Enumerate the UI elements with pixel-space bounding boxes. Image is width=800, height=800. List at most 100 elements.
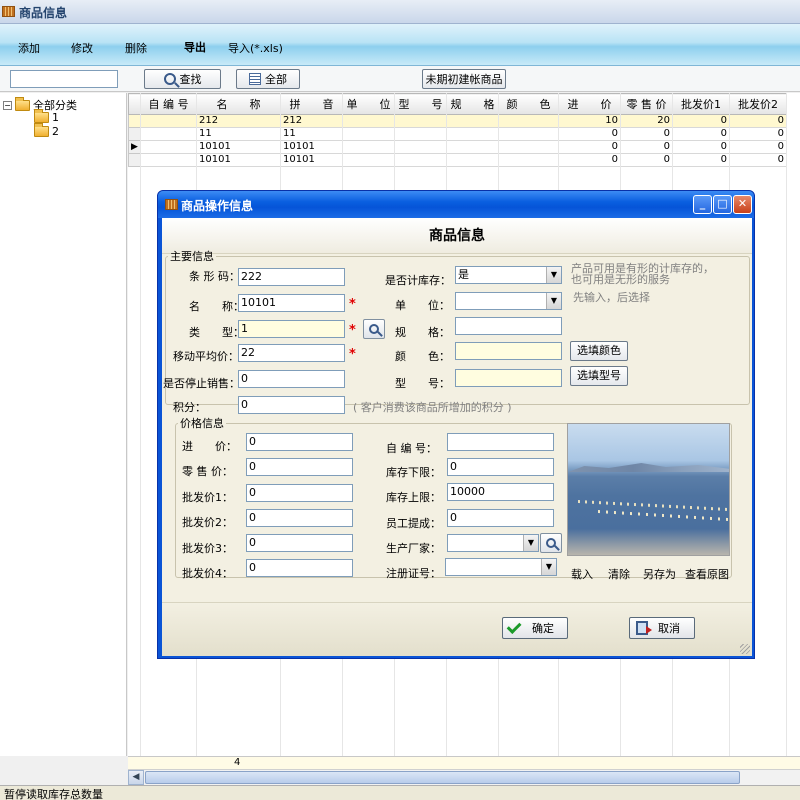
minimize-icon[interactable]: _	[693, 195, 712, 214]
cell-cost[interactable]: 0	[558, 140, 621, 154]
cell-wholesale1[interactable]: 0	[672, 153, 730, 167]
max-stock-field[interactable]: 10000	[447, 483, 554, 501]
cell-unit[interactable]	[342, 140, 395, 154]
dialog-title-bar[interactable]: 商品操作信息 _ □ ✕	[158, 191, 754, 218]
column-header[interactable]: 拼 音	[280, 93, 343, 115]
cell-model[interactable]	[394, 140, 447, 154]
table-row[interactable]: 212 212 10 20 0 0	[128, 114, 787, 128]
ok-button[interactable]: 确定	[502, 617, 568, 639]
row-header[interactable]	[128, 127, 141, 141]
dropdown-icon[interactable]: ▼	[541, 559, 556, 575]
cell-color[interactable]	[498, 153, 559, 167]
cell-spec[interactable]	[446, 127, 499, 141]
pick-model-button[interactable]: 选填型号	[570, 366, 628, 386]
stop-sale-field[interactable]: 0	[238, 370, 345, 388]
column-header[interactable]: 自 编 号	[140, 93, 197, 115]
cell-code[interactable]	[140, 153, 197, 167]
unit-select[interactable]: ▼	[455, 292, 562, 310]
model-field[interactable]	[455, 369, 562, 387]
commission-field[interactable]: 0	[447, 509, 554, 527]
cell-name[interactable]: 11	[196, 127, 281, 141]
cell-wholesale2[interactable]: 0	[729, 114, 787, 128]
cancel-button[interactable]: 取消	[629, 617, 695, 639]
wholesale2-field[interactable]: 0	[246, 509, 353, 527]
resize-grip-icon[interactable]	[740, 644, 750, 654]
find-button[interactable]: 查找	[144, 69, 221, 89]
pick-color-button[interactable]: 选填颜色	[570, 341, 628, 361]
collapse-icon[interactable]: −	[3, 100, 12, 110]
stock-select[interactable]: 是 ▼	[455, 266, 562, 284]
cell-spec[interactable]	[446, 140, 499, 154]
row-header[interactable]	[128, 114, 141, 128]
cell-color[interactable]	[498, 140, 559, 154]
spec-field[interactable]	[455, 317, 562, 335]
code-field[interactable]	[447, 433, 554, 451]
column-header[interactable]: 进 价	[558, 93, 621, 115]
cell-wholesale1[interactable]: 0	[672, 140, 730, 154]
column-header[interactable]: 批发价2	[729, 93, 787, 115]
cell-unit[interactable]	[342, 153, 395, 167]
cell-code[interactable]	[140, 140, 197, 154]
search-input[interactable]	[10, 70, 118, 88]
horizontal-scrollbar[interactable]: ◀	[128, 769, 800, 785]
cell-wholesale2[interactable]: 0	[729, 153, 787, 167]
column-header[interactable]: 名 称	[196, 93, 281, 115]
column-header[interactable]: 规 格	[446, 93, 499, 115]
cell-wholesale2[interactable]: 0	[729, 127, 787, 141]
cell-pinyin[interactable]: 10101	[280, 153, 343, 167]
close-icon[interactable]: ✕	[733, 195, 752, 214]
dropdown-icon[interactable]: ▼	[523, 535, 538, 551]
current-row-indicator[interactable]: ▶	[128, 140, 141, 154]
name-field[interactable]: 10101	[238, 294, 345, 312]
cell-pinyin[interactable]: 212	[280, 114, 343, 128]
points-field[interactable]: 0	[238, 396, 345, 414]
cell-cost[interactable]: 10	[558, 114, 621, 128]
cell-retail[interactable]: 0	[620, 127, 673, 141]
dropdown-icon[interactable]: ▼	[546, 267, 561, 283]
table-row[interactable]: 10101 10101 0 0 0 0	[128, 153, 787, 167]
cell-model[interactable]	[394, 153, 447, 167]
column-header[interactable]: 批发价1	[672, 93, 730, 115]
column-header[interactable]: 型 号	[394, 93, 447, 115]
type-lookup-button[interactable]	[363, 319, 385, 339]
cell-name[interactable]: 212	[196, 114, 281, 128]
add-button[interactable]: 添加	[18, 40, 40, 56]
unsettled-goods-button[interactable]: 未期初建帐商品	[422, 69, 506, 89]
cell-pinyin[interactable]: 10101	[280, 140, 343, 154]
cell-spec[interactable]	[446, 153, 499, 167]
reg-select[interactable]: ▼	[445, 558, 557, 576]
maker-select[interactable]: ▼	[447, 534, 539, 552]
retail-field[interactable]: 0	[246, 458, 353, 476]
edit-button[interactable]: 修改	[71, 40, 93, 56]
wholesale3-field[interactable]: 0	[246, 534, 353, 552]
tree-item-2[interactable]: 2	[34, 123, 59, 138]
cell-retail[interactable]: 0	[620, 140, 673, 154]
maker-lookup-button[interactable]	[540, 533, 562, 553]
cell-code[interactable]	[140, 127, 197, 141]
cell-wholesale2[interactable]: 0	[729, 140, 787, 154]
cell-wholesale1[interactable]: 0	[672, 114, 730, 128]
import-button[interactable]: 导入(*.xls)	[228, 40, 283, 56]
save-photo-as-link[interactable]: 另存为	[643, 566, 676, 582]
cell-name[interactable]: 10101	[196, 153, 281, 167]
cell-name[interactable]: 10101	[196, 140, 281, 154]
cell-cost[interactable]: 0	[558, 153, 621, 167]
scroll-thumb[interactable]	[145, 771, 740, 784]
cell-model[interactable]	[394, 114, 447, 128]
cell-spec[interactable]	[446, 114, 499, 128]
color-field[interactable]	[455, 342, 562, 360]
row-header[interactable]	[128, 153, 141, 167]
cell-unit[interactable]	[342, 127, 395, 141]
maximize-icon[interactable]: □	[713, 195, 732, 214]
clear-photo-link[interactable]: 清除	[608, 566, 630, 582]
cell-retail[interactable]: 0	[620, 153, 673, 167]
wholesale4-field[interactable]: 0	[246, 559, 353, 577]
view-original-link[interactable]: 查看原图	[685, 566, 729, 582]
column-header[interactable]: 零 售 价	[620, 93, 673, 115]
cell-unit[interactable]	[342, 114, 395, 128]
scroll-left-icon[interactable]: ◀	[128, 770, 144, 785]
cell-cost[interactable]: 0	[558, 127, 621, 141]
cell-wholesale1[interactable]: 0	[672, 127, 730, 141]
cell-code[interactable]	[140, 114, 197, 128]
type-field[interactable]: 1	[238, 320, 345, 338]
